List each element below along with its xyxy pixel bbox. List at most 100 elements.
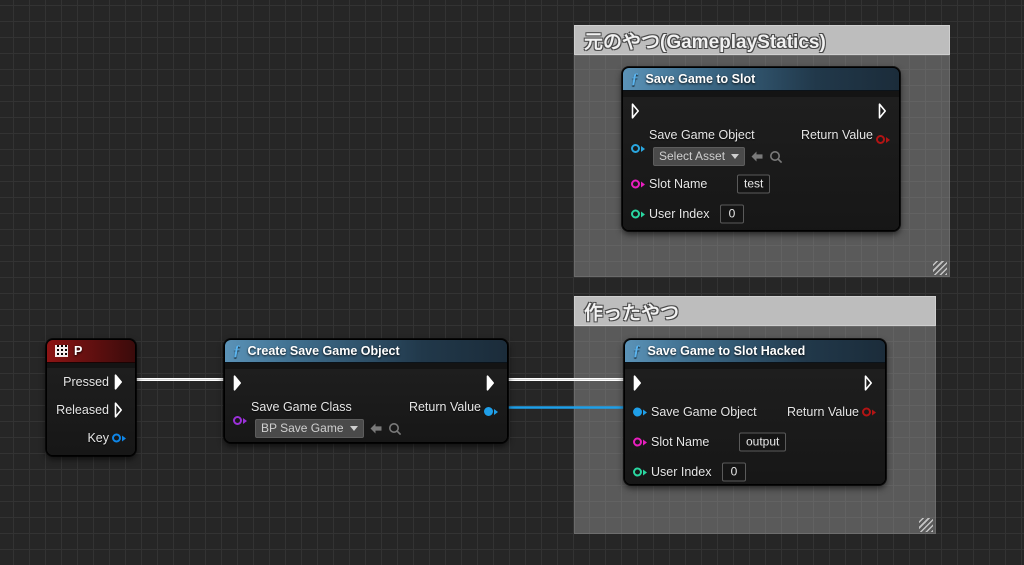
pin-arrow (122, 435, 126, 441)
node-title: Save Game to Slot Hacked (647, 344, 806, 358)
pin-row-save-game-class: Save Game Class BP Save Game Return Valu… (225, 397, 507, 441)
pin-row-save-game-object: Save Game Object Select Asset Return Val… (623, 125, 899, 169)
keyboard-key-icon (55, 345, 68, 357)
pin-row-save-game-object: Save Game Object Return Value (625, 397, 885, 427)
user-index-input[interactable]: 0 (722, 462, 746, 482)
data-pin-return-value[interactable] (862, 407, 877, 418)
node-title: Create Save Game Object (247, 344, 400, 358)
pin-row-exec (623, 97, 899, 125)
pin-row-exec (625, 369, 885, 397)
node-title: P (74, 344, 83, 358)
save-game-object-picker[interactable]: Select Asset (653, 147, 783, 166)
node-save-game-to-slot-hacked[interactable]: ƒ Save Game to Slot Hacked Save Game Obj… (624, 339, 886, 485)
user-index-input[interactable]: 0 (720, 204, 744, 224)
pin-row-slot-name: Slot Name test (623, 169, 899, 199)
node-titlebar[interactable]: ƒ Save Game to Slot Hacked (625, 340, 885, 363)
data-pin-key[interactable] (112, 433, 127, 444)
data-pin-save-game-object[interactable] (631, 143, 646, 154)
pin-label-return-value: Return Value (786, 405, 859, 419)
browse-asset-icon[interactable] (769, 150, 783, 164)
data-pin-return-value[interactable] (484, 406, 499, 417)
pin-row-user-index: User Index 0 (625, 457, 885, 484)
pin-label-slot-name: Slot Name (651, 435, 710, 449)
comment-title-original[interactable]: 元のやつ(GameplayStatics) (574, 25, 950, 55)
data-pin-save-game-object[interactable] (633, 407, 648, 418)
function-f-icon: ƒ (233, 342, 241, 359)
pin-label-save-game-class: Save Game Class (251, 400, 352, 414)
data-pin-slot-name[interactable] (631, 179, 646, 190)
use-selected-asset-icon[interactable] (750, 150, 764, 163)
slot-name-input[interactable]: output (739, 432, 787, 452)
pin-row-pressed: Pressed (47, 368, 135, 396)
pin-label-released: Released (56, 403, 109, 417)
pin-dot (484, 407, 493, 416)
pin-dot (862, 407, 871, 417)
pin-arrow (643, 439, 647, 445)
data-pin-save-game-class[interactable] (233, 415, 248, 426)
exec-pin-out[interactable] (878, 103, 891, 119)
pin-arrow (872, 409, 876, 415)
node-body: Save Game Class BP Save Game Return Valu… (225, 369, 507, 442)
exec-pin-in[interactable] (233, 375, 246, 391)
pin-label-slot-name: Slot Name (649, 177, 708, 191)
pin-dot (633, 437, 642, 447)
pin-dot (112, 433, 121, 443)
comment-resize-grip[interactable] (933, 261, 947, 275)
browse-asset-icon[interactable] (388, 422, 402, 436)
pin-label-user-index: User Index (649, 207, 710, 221)
node-create-save-game-object[interactable]: ƒ Create Save Game Object Save Game Clas… (224, 339, 508, 443)
pin-arrow (643, 469, 647, 475)
asset-combobox-value: Select Asset (659, 149, 726, 163)
node-titlebar[interactable]: P (47, 340, 135, 363)
pin-row-released: Released (47, 396, 135, 424)
save-game-class-picker[interactable]: BP Save Game (255, 419, 402, 438)
pin-arrow (641, 211, 645, 217)
function-f-icon: ƒ (633, 342, 641, 359)
pin-dot (631, 179, 640, 189)
pin-row-key: Key (47, 424, 135, 452)
data-pin-slot-name[interactable] (633, 437, 648, 448)
data-pin-user-index[interactable] (633, 467, 648, 478)
pin-arrow (641, 181, 645, 187)
exec-pin-released[interactable] (114, 402, 127, 418)
pin-label-return-value: Return Value (408, 400, 481, 414)
function-f-icon: ƒ (631, 70, 639, 87)
data-pin-user-index[interactable] (631, 209, 646, 220)
node-body: Pressed Released Key (47, 368, 135, 455)
class-combobox[interactable]: BP Save Game (255, 419, 364, 438)
node-title: Save Game to Slot (645, 72, 756, 86)
node-save-game-to-slot[interactable]: ƒ Save Game to Slot Save Game Object Sel… (622, 67, 900, 231)
node-titlebar[interactable]: ƒ Save Game to Slot (623, 68, 899, 91)
pin-label-save-game-object: Save Game Object (649, 128, 755, 142)
pin-label-user-index: User Index (651, 465, 712, 479)
comment-resize-grip[interactable] (919, 518, 933, 532)
exec-pin-in[interactable] (633, 375, 646, 391)
use-selected-asset-icon[interactable] (369, 422, 383, 435)
asset-combobox[interactable]: Select Asset (653, 147, 746, 166)
class-combobox-value: BP Save Game (261, 421, 344, 435)
comment-title-custom[interactable]: 作ったやつ (574, 296, 936, 326)
slot-name-input[interactable]: test (737, 174, 771, 194)
pin-dot (631, 144, 640, 153)
pin-dot (633, 467, 642, 477)
node-input-event-p[interactable]: P Pressed Released Key (46, 339, 136, 456)
node-body: Save Game Object Return Value Slot Name … (625, 369, 885, 484)
pin-dot (233, 416, 242, 425)
exec-pin-out[interactable] (864, 375, 877, 391)
data-pin-return-value[interactable] (876, 134, 891, 145)
exec-pin-pressed[interactable] (114, 374, 127, 390)
exec-pin-out[interactable] (486, 375, 499, 391)
exec-pin-in[interactable] (631, 103, 644, 119)
node-titlebar[interactable]: ƒ Create Save Game Object (225, 340, 507, 363)
pin-arrow (886, 136, 890, 143)
blueprint-graph-canvas[interactable]: 元のやつ(GameplayStatics) 作ったやつ P Pressed Re… (0, 0, 1024, 565)
chevron-down-icon (349, 426, 358, 431)
pin-label-pressed: Pressed (63, 375, 109, 389)
pin-label-save-game-object: Save Game Object (651, 405, 757, 419)
pin-label-return-value: Return Value (800, 128, 873, 142)
pin-row-slot-name: Slot Name output (625, 427, 885, 457)
pin-row-user-index: User Index 0 (623, 199, 899, 229)
pin-label-key: Key (87, 431, 109, 445)
pin-row-exec (225, 369, 507, 397)
pin-arrow (243, 417, 247, 424)
